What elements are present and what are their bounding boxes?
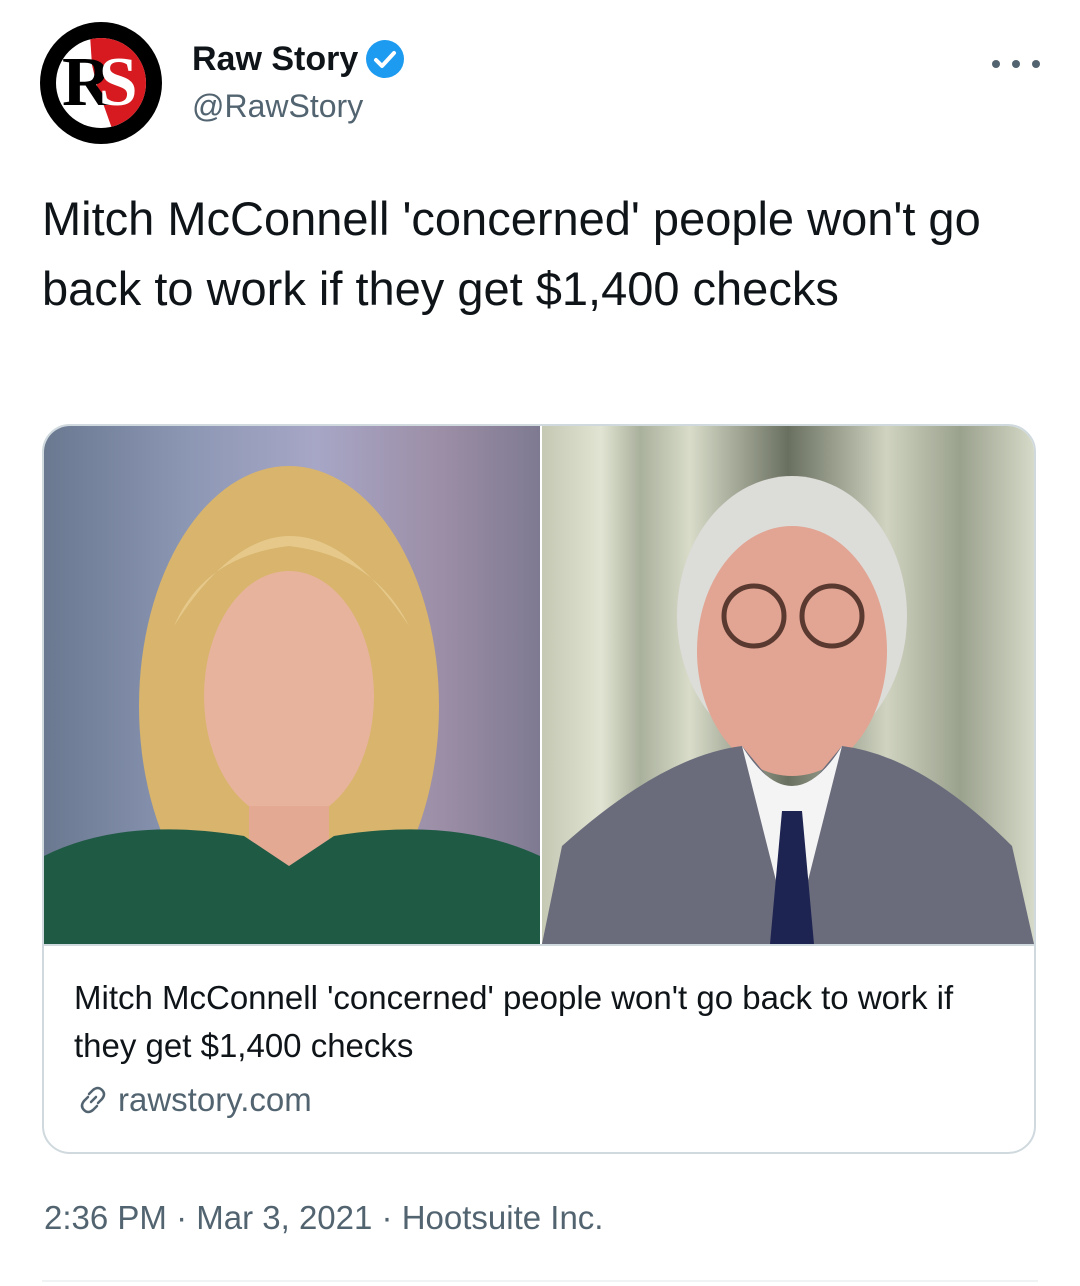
- tweet-source[interactable]: Hootsuite Inc.: [402, 1199, 604, 1236]
- tweet-time[interactable]: 2:36 PM: [44, 1199, 167, 1236]
- more-dot: [992, 60, 1000, 68]
- tweet-meta: 2:36 PM · Mar 3, 2021 · Hootsuite Inc.: [44, 1196, 603, 1240]
- verified-badge-icon: [366, 40, 405, 78]
- display-name[interactable]: Raw Story: [192, 38, 358, 80]
- more-options-icon[interactable]: [992, 60, 1040, 74]
- tweet-text: Mitch McConnell 'concerned' people won't…: [42, 192, 981, 315]
- card-body: Mitch McConnell 'concerned' people won't…: [74, 974, 1004, 1124]
- user-handle[interactable]: @RawStory: [192, 86, 363, 126]
- avatar-logo: RS: [56, 38, 146, 128]
- card-title[interactable]: Mitch McConnell 'concerned' people won't…: [74, 974, 1004, 1070]
- meta-separator: ·: [381, 1199, 393, 1236]
- more-dot: [1032, 60, 1040, 68]
- senator-photo: [542, 426, 1034, 944]
- avatar-letters: RS: [62, 44, 137, 121]
- card-domain[interactable]: rawstory.com: [118, 1076, 312, 1124]
- tweet-header: RS Raw Story @RawStory: [40, 22, 1040, 147]
- name-row: Raw Story: [192, 38, 405, 80]
- anchor-photo: [44, 426, 540, 944]
- meta-separator: ·: [176, 1199, 188, 1236]
- card-image[interactable]: [44, 426, 1034, 946]
- bottom-divider: [42, 1280, 1038, 1282]
- more-dot: [1012, 60, 1020, 68]
- avatar[interactable]: RS: [40, 22, 162, 144]
- link-card[interactable]: Mitch McConnell 'concerned' people won't…: [42, 424, 1036, 1154]
- link-icon: [74, 1081, 112, 1119]
- card-domain-row: rawstory.com: [74, 1076, 1004, 1124]
- tweet-date[interactable]: Mar 3, 2021: [196, 1199, 372, 1236]
